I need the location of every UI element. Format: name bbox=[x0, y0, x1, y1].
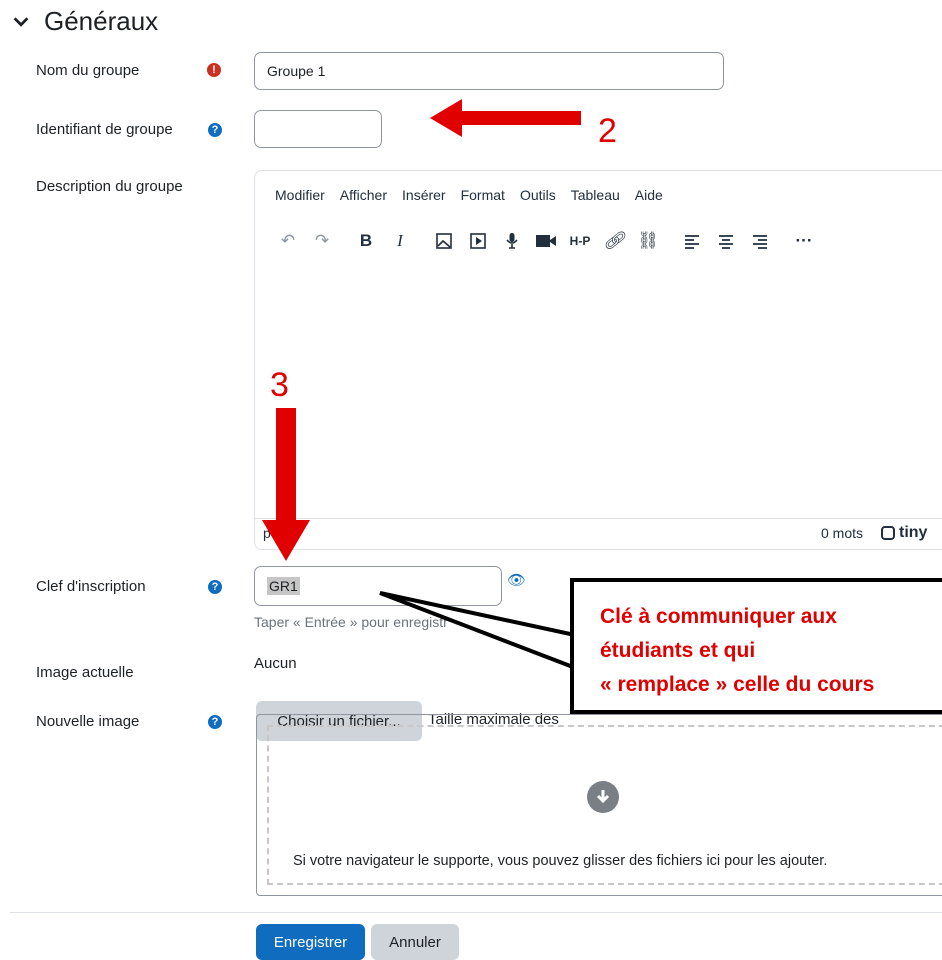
annotation-number-2: 2 bbox=[598, 112, 617, 150]
annotation-layer bbox=[262, 99, 602, 675]
callout-line: étudiants et qui bbox=[600, 639, 756, 662]
callout-pointer bbox=[379, 591, 602, 675]
callout-line: Clé à communiquer aux bbox=[600, 605, 837, 628]
callout-line: « remplace » celle du cours bbox=[600, 673, 875, 696]
annotation-arrow-3 bbox=[262, 408, 310, 561]
annotation-arrow-2 bbox=[430, 99, 581, 137]
annotation-number-3: 3 bbox=[270, 366, 289, 404]
annotation-callout: Clé à communiquer aux étudiants et qui «… bbox=[570, 578, 942, 714]
